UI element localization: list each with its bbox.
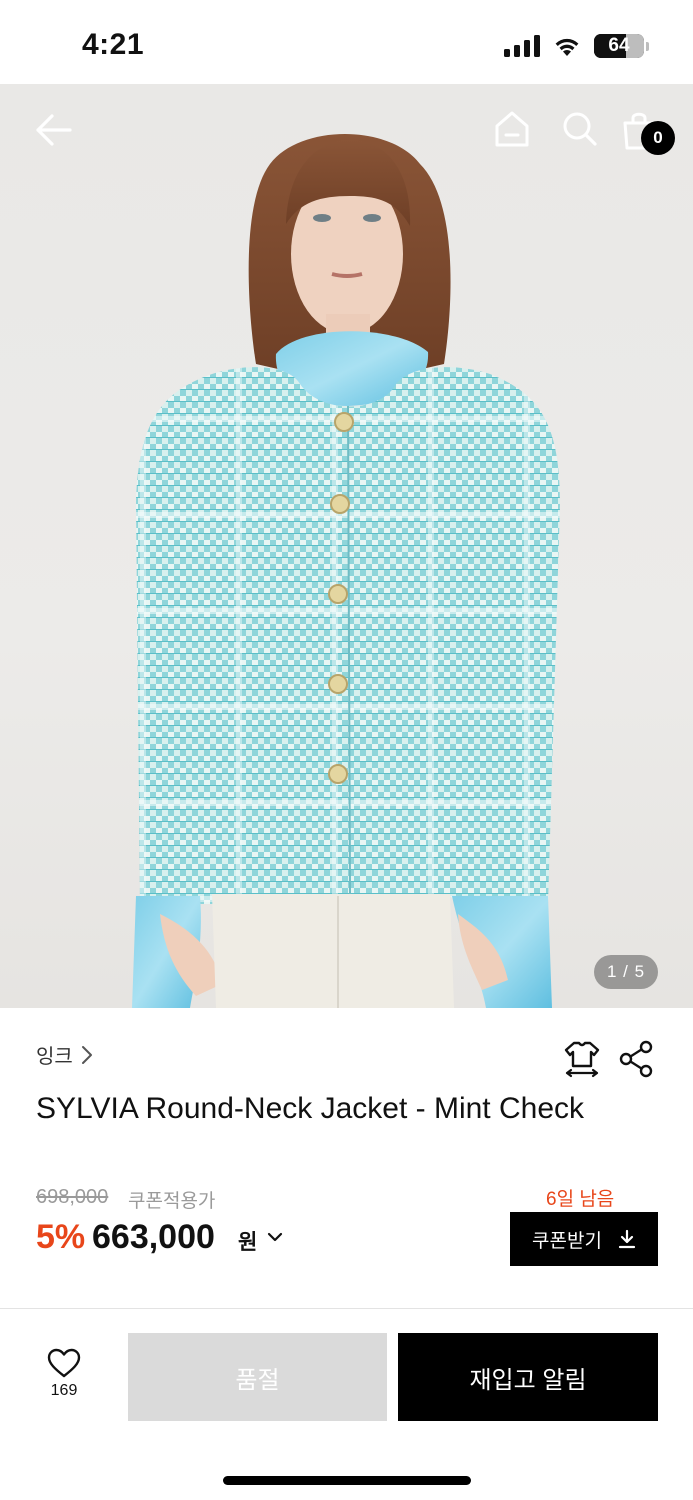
status-time: 4:21 xyxy=(82,28,145,61)
brand-name: 잉크 xyxy=(36,1046,73,1068)
soldout-button: 품절 xyxy=(128,1333,387,1421)
get-coupon-label: 쿠폰받기 xyxy=(532,1230,602,1252)
status-icons: 64 xyxy=(504,32,649,60)
back-arrow-icon[interactable] xyxy=(34,112,74,148)
size-guide-icon[interactable] xyxy=(563,1040,601,1078)
discount-rate: 5% xyxy=(36,1218,86,1256)
image-page-indicator: 1 / 5 xyxy=(594,955,658,989)
like-button[interactable]: 169 xyxy=(38,1348,90,1412)
battery-icon: 64 xyxy=(594,34,644,58)
wifi-icon xyxy=(552,35,582,57)
like-count: 169 xyxy=(50,1382,78,1399)
share-icon[interactable] xyxy=(618,1040,654,1078)
download-icon xyxy=(618,1229,636,1249)
status-bar: 4:21 64 xyxy=(0,0,693,84)
product-photo xyxy=(132,134,560,1008)
original-price: 698,000 xyxy=(36,1186,109,1208)
cart-count-badge: 0 xyxy=(641,121,675,155)
product-image-gallery[interactable]: 0 1 / 5 xyxy=(0,84,693,1008)
home-indicator xyxy=(223,1476,471,1485)
currency-label: 원 xyxy=(238,1231,258,1254)
coupon-applied-label: 쿠폰적용가 xyxy=(128,1191,216,1212)
search-icon[interactable] xyxy=(562,110,598,148)
signal-icon xyxy=(504,35,540,57)
chevron-down-icon[interactable] xyxy=(266,1228,284,1246)
get-coupon-button[interactable]: 쿠폰받기 xyxy=(510,1212,658,1266)
chevron-right-icon xyxy=(81,1045,92,1064)
brand-link[interactable]: 잉크 xyxy=(36,1040,93,1069)
coupon-days-left: 6일 남음 xyxy=(546,1189,615,1210)
divider xyxy=(0,1308,693,1309)
restock-alert-button[interactable]: 재입고 알림 xyxy=(398,1333,658,1421)
heart-icon xyxy=(47,1348,81,1378)
home-icon[interactable] xyxy=(494,110,530,148)
battery-level: 64 xyxy=(608,35,630,56)
product-title: SYLVIA Round-Neck Jacket - Mint Check xyxy=(36,1092,584,1125)
sale-price: 663,000 xyxy=(92,1218,215,1256)
